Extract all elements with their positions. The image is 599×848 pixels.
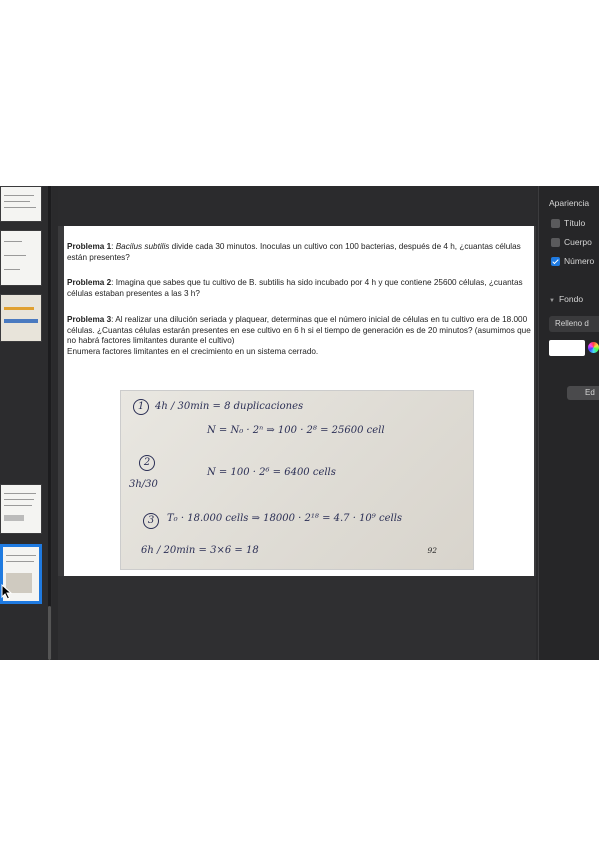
body-checkbox-label: Cuerpo [564, 237, 592, 247]
option-body[interactable]: Cuerpo [551, 237, 592, 247]
slide-thumbnail[interactable] [0, 484, 42, 534]
problem-2-text: : Imagina que sabes que tu cultivo de B.… [67, 278, 523, 298]
option-title[interactable]: Título [551, 218, 585, 228]
format-inspector-panel: Apariencia Título Cuerpo Número ▼ Fondo R… [538, 186, 599, 660]
slide-canvas: Problema 1: Bacilus subtilis divide cada… [58, 186, 536, 660]
appearance-heading: Apariencia [549, 198, 590, 208]
problem-2: Problema 2: Imagina que sabes que tu cul… [67, 278, 533, 299]
canvas-bottom-area [58, 576, 536, 660]
title-checkbox[interactable] [551, 218, 560, 228]
fill-color-swatch[interactable] [549, 340, 585, 356]
handwriting-line-1b: N = N₀ · 2ⁿ ⇒ 100 · 2⁸ = 25600 cell [207, 425, 385, 436]
handwriting-line-1a: 4h / 30min = 8 duplicaciones [155, 401, 304, 412]
slide-number-checkbox-label: Número [564, 256, 595, 266]
handwriting-line-3: T₀ · 18.000 cells ⇒ 18000 · 2¹⁸ = 4.7 · … [167, 513, 403, 524]
slide-thumbnail[interactable] [0, 294, 42, 342]
title-checkbox-label: Título [564, 218, 586, 228]
problem-3-label: Problema 3 [67, 315, 112, 324]
extra-question: Enumera factores limitantes en el crecim… [67, 347, 319, 356]
slide-number-checkbox[interactable] [551, 256, 560, 266]
background-heading: Fondo [558, 294, 584, 304]
edit-button[interactable]: Ed [567, 386, 599, 400]
scrollbar-thumb[interactable] [48, 606, 51, 660]
slide-thumbnail-sidebar[interactable] [0, 186, 52, 660]
problem-2-label: Problema 2 [67, 278, 112, 287]
step-2-marker: 2 [139, 455, 155, 471]
color-wheel-icon[interactable] [588, 342, 599, 353]
handwriting-line-4: 6h / 20min = 3×6 = 18 [141, 545, 259, 556]
problem-1-label: Problema 1 [67, 242, 112, 251]
problem-3-text: : Al realizar una dilución seriada y pla… [67, 315, 531, 345]
problem-3: Problema 3: Al realizar una dilución ser… [67, 315, 533, 347]
species-name: Bacilus subtilis [115, 242, 170, 251]
app-window: Problema 1: Bacilus subtilis divide cada… [0, 186, 599, 660]
slide-thumbnail[interactable] [0, 230, 42, 286]
option-slide-number[interactable]: Número [551, 256, 594, 266]
canvas-top-area [58, 186, 536, 226]
mouse-pointer-icon [1, 584, 13, 600]
slide-thumbnail[interactable] [0, 186, 42, 222]
step-1-marker: 1 [133, 399, 149, 415]
current-slide[interactable]: Problema 1: Bacilus subtilis divide cada… [64, 226, 534, 576]
fill-type-select[interactable]: Relleno d [549, 316, 599, 332]
step-3-marker: 3 [143, 513, 159, 529]
disclosure-triangle-icon[interactable]: ▼ [549, 298, 555, 304]
background-section[interactable]: ▼ Fondo [549, 294, 583, 304]
handwriting-frac-2: 3h/30 [129, 479, 158, 490]
problem-1: Problema 1: Bacilus subtilis divide cada… [67, 242, 521, 262]
thumbnail-scrollbar[interactable] [48, 186, 51, 660]
handwritten-solution-photo[interactable]: 1 4h / 30min = 8 duplicaciones N = N₀ · … [120, 390, 474, 570]
body-checkbox[interactable] [551, 237, 560, 247]
page-number: 92 [427, 546, 437, 555]
handwriting-line-2: N = 100 · 2⁶ = 6400 cells [207, 467, 336, 478]
